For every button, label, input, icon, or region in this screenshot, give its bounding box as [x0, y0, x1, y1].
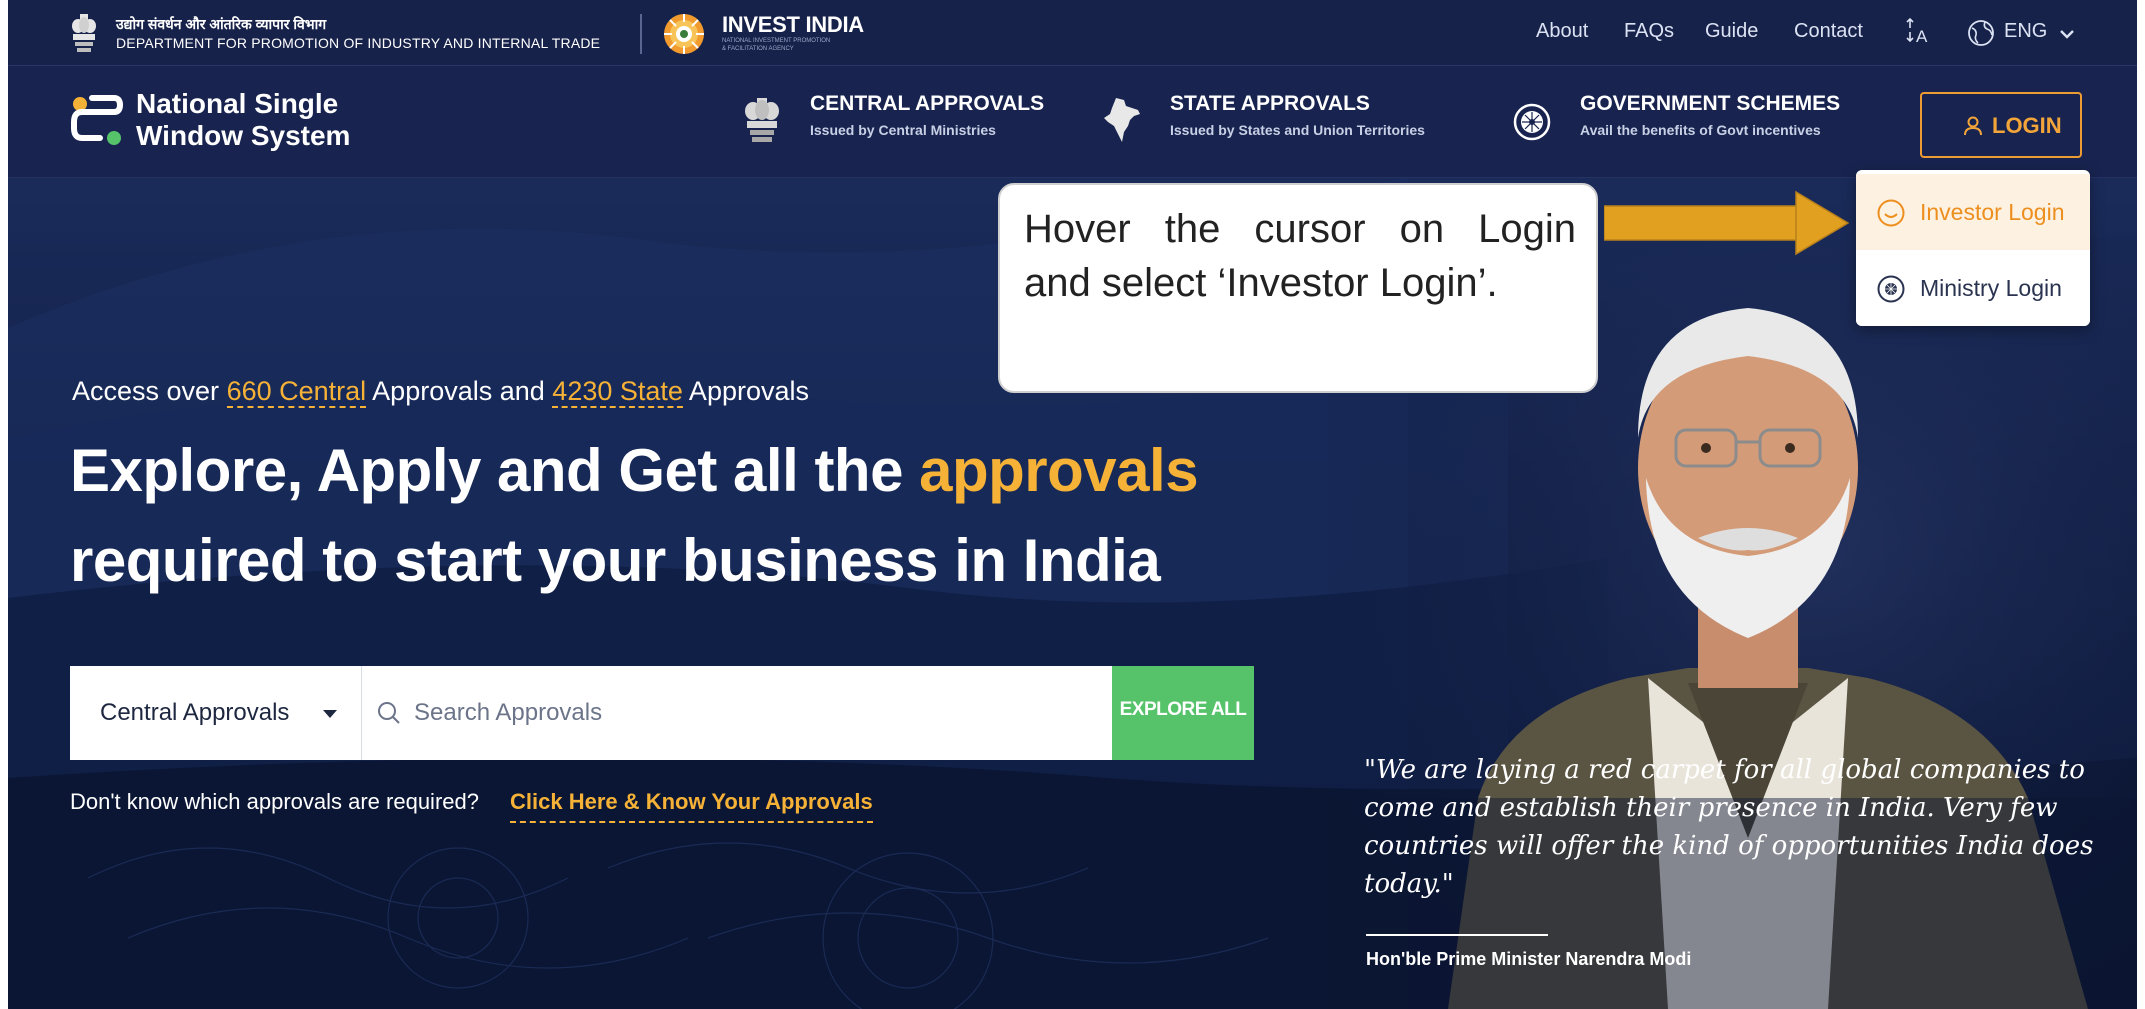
know-approvals-text: Don't know which approvals are required? — [70, 789, 479, 814]
chevron-down-icon[interactable] — [2058, 25, 2076, 43]
headline-prefix: Explore, Apply and Get all the — [70, 437, 920, 504]
guide-link[interactable]: Guide — [1705, 20, 1758, 43]
central-approvals-link[interactable]: 660 Central — [226, 376, 367, 408]
national-emblem-icon — [72, 14, 96, 52]
search-icon — [378, 702, 400, 724]
invest-india-logo-icon[interactable] — [662, 12, 706, 56]
user-icon — [1964, 116, 1982, 136]
quote-divider — [1366, 934, 1548, 936]
font-size-icon[interactable]: A — [1902, 18, 1932, 48]
nav-central-title: CENTRAL APPROVALS — [810, 92, 1045, 115]
browser-viewport: उद्योग संवर्धन और आंतरिक व्यापार विभाग D… — [8, 0, 2137, 1009]
search-approvals-input[interactable] — [414, 688, 1094, 738]
investor-login-option[interactable]: Investor Login — [1856, 174, 2090, 250]
nav-central-subtitle: Issued by Central Ministries — [810, 122, 996, 138]
invest-india-title: INVEST INDIA — [722, 12, 864, 37]
access-suffix: Approvals — [682, 376, 809, 406]
topbar-divider — [640, 14, 642, 54]
approval-type-select[interactable]: Central Approvals — [70, 666, 362, 760]
callout-text-line1: Hover the cursor on Login — [1024, 207, 1576, 251]
login-button[interactable]: LOGIN — [1920, 92, 2082, 158]
headline-highlight: approvals — [919, 437, 1199, 504]
arrow-right-icon — [1604, 190, 1850, 256]
hero-headline-line1: Explore, Apply and Get all the approvals — [70, 436, 1199, 505]
quote-author: Hon'ble Prime Minister Narendra Modi — [1366, 949, 1692, 969]
nav-schemes-title: GOVERNMENT SCHEMES — [1580, 92, 1841, 115]
approval-search-bar: Central Approvals EXPLORE ALL — [70, 666, 1254, 760]
nsws-logo-icon[interactable] — [70, 92, 124, 146]
svg-text:A: A — [1916, 27, 1928, 46]
invest-india-subtitle-line1: NATIONAL INVESTMENT PROMOTION — [722, 38, 831, 44]
nsws-title-line2: Window System — [136, 120, 351, 151]
nav-state-title: STATE APPROVALS — [1170, 92, 1370, 115]
pm-quote: "We are laying a red carpet for all glob… — [1364, 755, 2094, 899]
explore-all-label: EXPLORE ALL — [1119, 699, 1247, 720]
investor-login-label: Investor Login — [1920, 199, 2065, 225]
nav-schemes-subtitle: Avail the benefits of Govt incentives — [1580, 122, 1821, 138]
department-name-english: DEPARTMENT FOR PROMOTION OF INDUSTRY AND… — [116, 35, 601, 51]
contact-link[interactable]: Contact — [1794, 20, 1863, 43]
nav-government-schemes[interactable]: GOVERNMENT SCHEMES Avail the benefits of… — [1512, 92, 1840, 152]
top-bar: उद्योग संवर्धन और आंतरिक व्यापार विभाग D… — [8, 0, 2137, 66]
ministry-login-option[interactable]: Ministry Login — [1856, 250, 2090, 326]
globe-icon[interactable] — [1966, 18, 1996, 48]
state-approvals-link[interactable]: 4230 State — [552, 376, 683, 408]
language-selector[interactable]: ENG — [2004, 20, 2047, 43]
nav-state-approvals[interactable]: STATE APPROVALS Issued by States and Uni… — [1102, 92, 1442, 152]
approvals-count-text: Access over 660 Central Approvals and 42… — [72, 376, 809, 408]
know-your-approvals-link[interactable]: Click Here & Know Your Approvals — [510, 789, 873, 823]
ministry-login-label: Ministry Login — [1920, 275, 2062, 301]
nav-state-subtitle: Issued by States and Union Territories — [1170, 122, 1425, 138]
department-name-hindi: उद्योग संवर्धन और आंतरिक व्यापार विभाग — [116, 16, 327, 32]
instruction-callout: Hover the cursor on Login and select ‘In… — [998, 183, 1598, 393]
access-middle: Approvals and — [366, 376, 553, 406]
nav-central-approvals[interactable]: CENTRAL APPROVALS Issued by Central Mini… — [742, 92, 1045, 152]
explore-all-button[interactable]: EXPLORE ALL — [1112, 666, 1254, 760]
ashoka-chakra-icon — [1513, 103, 1551, 141]
callout-text-line2: and select ‘Investor Login’. — [1024, 261, 1498, 305]
hero-headline-line2: required to start your business in India — [70, 527, 1161, 594]
login-dropdown-menu: Investor Login Ministry Login — [1856, 170, 2090, 326]
about-link[interactable]: About — [1536, 20, 1588, 43]
invest-india-subtitle-line2: & FACILITATION AGENCY — [722, 46, 794, 52]
ashoka-chakra-icon — [1877, 275, 1905, 303]
national-emblem-icon — [745, 98, 779, 142]
main-navigation: National Single Window System CENTRAL AP… — [8, 66, 2137, 178]
nsws-title-line1: National Single — [136, 88, 339, 119]
faqs-link[interactable]: FAQs — [1624, 20, 1674, 43]
smiley-icon — [1877, 199, 1905, 227]
caret-down-icon — [323, 710, 337, 718]
login-label: LOGIN — [1992, 113, 2062, 138]
access-prefix: Access over — [72, 376, 227, 406]
approval-type-value: Central Approvals — [100, 699, 290, 726]
india-map-icon — [1104, 98, 1140, 142]
